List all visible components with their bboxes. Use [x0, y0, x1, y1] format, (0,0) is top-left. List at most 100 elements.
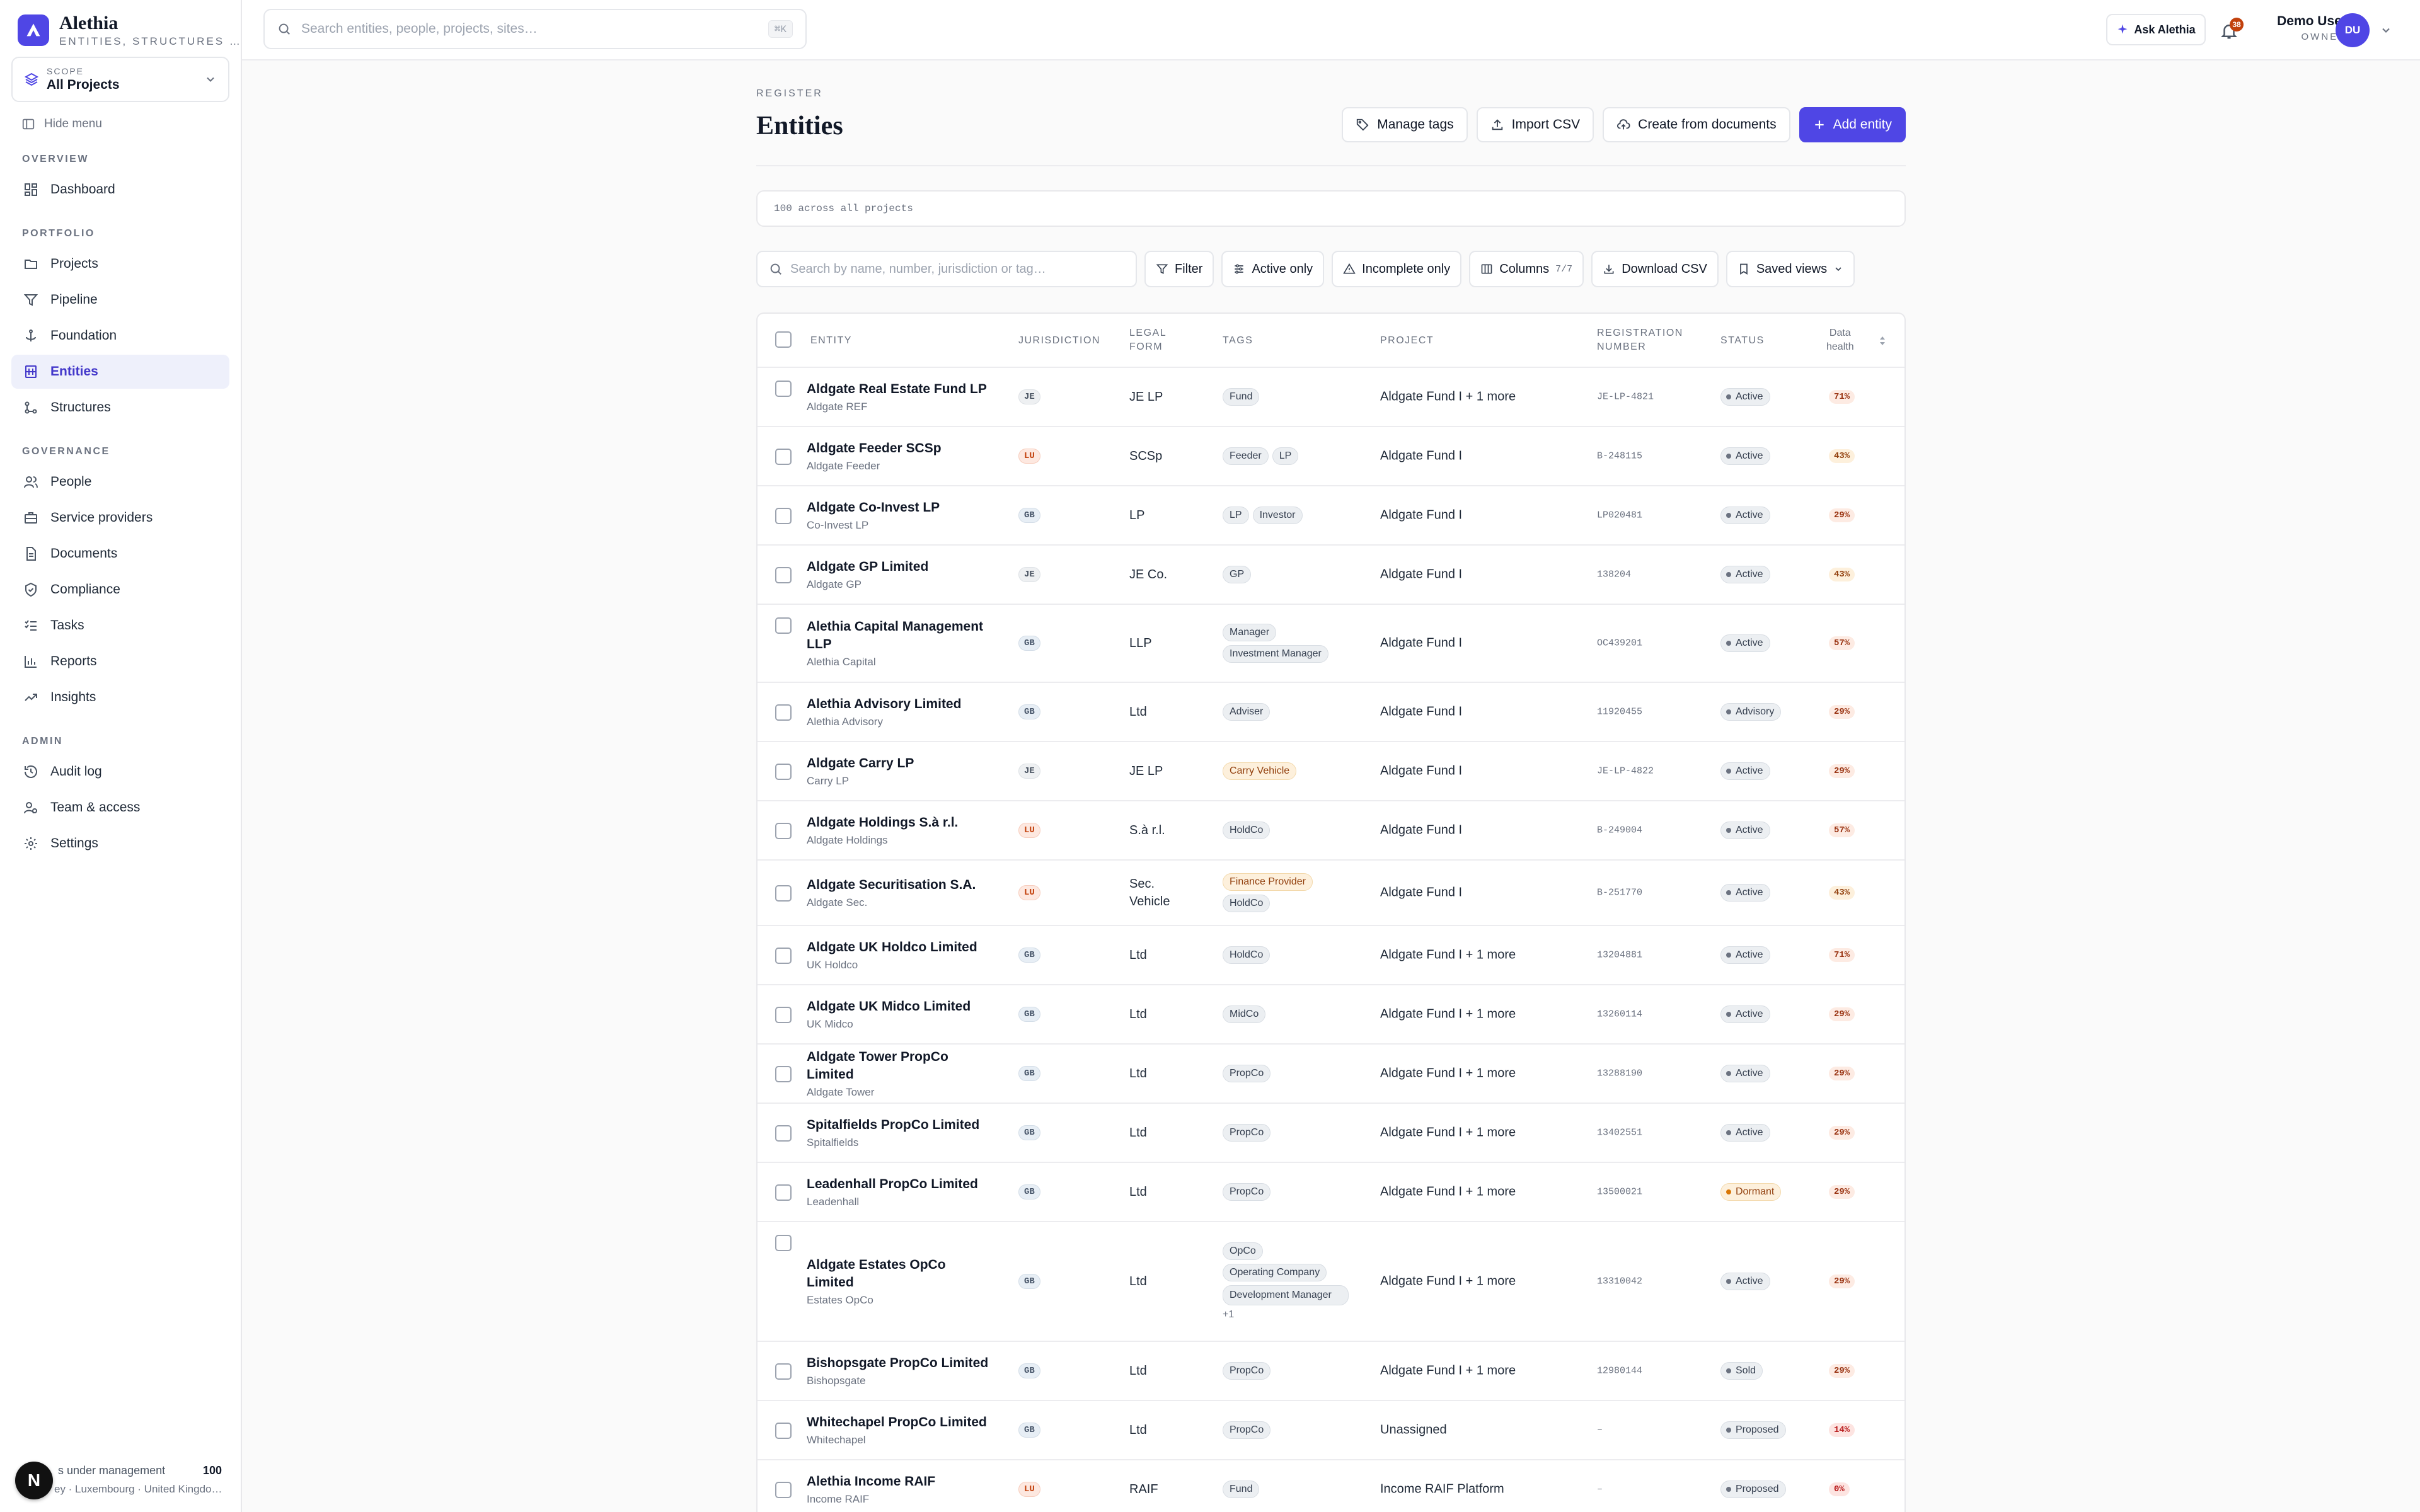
row-checkbox[interactable]	[775, 1007, 792, 1023]
row-checkbox[interactable]	[775, 1482, 792, 1498]
row-checkbox[interactable]	[775, 1235, 792, 1251]
sidebar-item-tasks[interactable]: Tasks	[11, 609, 229, 643]
entity-cell[interactable]: Aldgate UK Holdco Limited UK Holdco	[807, 939, 996, 971]
entity-cell[interactable]: Aldgate Real Estate Fund LP Aldgate REF	[807, 381, 996, 413]
project-cell[interactable]: Aldgate Fund I	[1380, 886, 1462, 900]
user-menu[interactable]: Demo User OWNER	[2257, 14, 2347, 42]
tag-chip[interactable]: OpCo	[1223, 1242, 1263, 1260]
entity-cell[interactable]: Alethia Advisory Limited Alethia Advisory	[807, 696, 996, 728]
tag-chip[interactable]: Carry Vehicle	[1223, 762, 1297, 780]
entity-cell[interactable]: Bishopsgate PropCo Limited Bishopsgate	[807, 1354, 996, 1387]
sidebar-item-documents[interactable]: Documents	[11, 537, 229, 571]
row-checkbox[interactable]	[775, 1184, 792, 1201]
sidebar-item-service-providers[interactable]: Service providers	[11, 501, 229, 535]
active-only-toggle[interactable]: Active only	[1221, 251, 1325, 287]
entity-name[interactable]: Aldgate Feeder SCSp	[807, 440, 996, 457]
select-all-checkbox[interactable]	[775, 331, 792, 348]
tag-chip[interactable]: PropCo	[1223, 1362, 1271, 1380]
chevron-down-icon[interactable]	[2380, 24, 2392, 37]
tag-chip[interactable]: LP	[1223, 507, 1249, 524]
import-csv-button[interactable]: Import CSV	[1476, 107, 1594, 142]
sidebar-item-team-access[interactable]: Team & access	[11, 791, 229, 825]
tag-chip[interactable]: Adviser	[1223, 703, 1270, 721]
entity-name[interactable]: Bishopsgate PropCo Limited	[807, 1354, 996, 1372]
entity-cell[interactable]: Aldgate UK Midco Limited UK Midco	[807, 998, 996, 1031]
tag-chip[interactable]: MidCo	[1223, 1005, 1266, 1023]
table-search-input[interactable]: Search by name, number, jurisdiction or …	[756, 251, 1137, 287]
row-checkbox[interactable]	[775, 449, 792, 465]
row-checkbox[interactable]	[775, 1125, 792, 1142]
project-cell[interactable]: Aldgate Fund I	[1380, 449, 1462, 464]
tag-chip[interactable]: PropCo	[1223, 1124, 1271, 1142]
tag-chip[interactable]: PropCo	[1223, 1421, 1271, 1439]
row-checkbox[interactable]	[775, 823, 792, 839]
table-row[interactable]: Aldgate UK Holdco Limited UK Holdco GB Ltd H…	[758, 926, 1904, 985]
table-row[interactable]: Aldgate Tower PropCo Limited Aldgate Towe…	[758, 1045, 1904, 1104]
entity-cell[interactable]: Leadenhall PropCo Limited Leadenhall	[807, 1176, 996, 1208]
entity-name[interactable]: Aldgate Real Estate Fund LP	[807, 381, 996, 398]
entity-cell[interactable]: Alethia Income RAIF Income RAIF	[807, 1473, 996, 1506]
entity-cell[interactable]: Aldgate Holdings S.à r.l. Aldgate Holding…	[807, 814, 996, 847]
project-cell[interactable]: Aldgate Fund I + 1 more	[1380, 1274, 1516, 1289]
entity-name[interactable]: Aldgate GP Limited	[807, 558, 996, 576]
tag-chip[interactable]: Development Manager	[1223, 1285, 1349, 1305]
entity-name[interactable]: Aldgate Co-Invest LP	[807, 499, 996, 517]
row-checkbox[interactable]	[775, 948, 792, 964]
column-header-legal-form[interactable]: LEGAL FORM	[1129, 326, 1167, 354]
project-cell[interactable]: Aldgate Fund I	[1380, 568, 1462, 582]
saved-views-button[interactable]: Saved views	[1726, 251, 1855, 287]
scope-selector[interactable]: SCOPE All Projects	[11, 57, 229, 102]
tag-chip[interactable]: HoldCo	[1223, 895, 1270, 912]
tag-chip[interactable]: Fund	[1223, 388, 1260, 406]
project-cell[interactable]: Aldgate Fund I + 1 more	[1380, 1126, 1516, 1140]
project-cell[interactable]: Aldgate Fund I	[1380, 764, 1462, 779]
table-row[interactable]: Aldgate Estates OpCo Limited Estates OpCo…	[758, 1222, 1904, 1342]
filter-button[interactable]: Filter	[1144, 251, 1214, 287]
entity-cell[interactable]: Aldgate Tower PropCo Limited Aldgate Towe…	[807, 1048, 996, 1099]
column-header-status[interactable]: STATUS	[1720, 334, 1765, 348]
more-tags[interactable]: +1	[1223, 1309, 1234, 1320]
row-checkbox[interactable]	[775, 617, 792, 634]
entity-cell[interactable]: Aldgate Carry LP Carry LP	[807, 755, 996, 788]
table-row[interactable]: Aldgate GP Limited Aldgate GP JE JE Co. GP Al…	[758, 546, 1904, 605]
project-cell[interactable]: Aldgate Fund I + 1 more	[1380, 1185, 1516, 1200]
entity-name[interactable]: Whitechapel PropCo Limited	[807, 1414, 996, 1431]
row-checkbox[interactable]	[775, 885, 792, 902]
sidebar-item-dashboard[interactable]: Dashboard	[11, 173, 229, 207]
row-checkbox[interactable]	[775, 508, 792, 524]
create-from-documents-button[interactable]: Create from documents	[1603, 107, 1790, 142]
entity-name[interactable]: Aldgate Securitisation S.A.	[807, 876, 996, 894]
sidebar-item-entities[interactable]: Entities	[11, 355, 229, 389]
tag-chip[interactable]: HoldCo	[1223, 822, 1270, 839]
incomplete-only-toggle[interactable]: Incomplete only	[1332, 251, 1462, 287]
tag-chip[interactable]: PropCo	[1223, 1065, 1271, 1082]
entity-cell[interactable]: Aldgate Co-Invest LP Co-Invest LP	[807, 499, 996, 532]
project-cell[interactable]: Aldgate Fund I	[1380, 636, 1462, 651]
entity-name[interactable]: Alethia Advisory Limited	[807, 696, 996, 713]
entity-name[interactable]: Aldgate UK Holdco Limited	[807, 939, 996, 956]
column-header-entity[interactable]: ENTITY	[810, 334, 852, 348]
notifications-button[interactable]: 38	[2220, 18, 2245, 43]
add-entity-button[interactable]: Add entity	[1799, 107, 1906, 142]
row-checkbox[interactable]	[775, 1066, 792, 1082]
project-cell[interactable]: Aldgate Fund I + 1 more	[1380, 1364, 1516, 1378]
table-row[interactable]: Aldgate Real Estate Fund LP Aldgate REF JE…	[758, 368, 1904, 427]
tag-chip[interactable]: Operating Company	[1223, 1264, 1327, 1281]
table-row[interactable]: Alethia Capital Management LLP Alethia Ca…	[758, 605, 1904, 683]
brand[interactable]: Alethia ENTITIES, STRUCTURES …	[18, 13, 242, 48]
entity-name[interactable]: Aldgate Estates OpCo Limited	[807, 1256, 996, 1292]
tag-chip[interactable]: Fund	[1223, 1480, 1260, 1498]
row-checkbox[interactable]	[775, 764, 792, 780]
project-cell[interactable]: Unassigned	[1380, 1423, 1447, 1438]
entity-name[interactable]: Aldgate UK Midco Limited	[807, 998, 996, 1016]
project-cell[interactable]: Aldgate Fund I	[1380, 508, 1462, 523]
entity-name[interactable]: Aldgate Holdings S.à r.l.	[807, 814, 996, 832]
table-row[interactable]: Aldgate Feeder SCSp Aldgate Feeder LU SCSp F…	[758, 427, 1904, 486]
column-header-data-health[interactable]: Data health	[1826, 326, 1854, 354]
project-cell[interactable]: Income RAIF Platform	[1380, 1482, 1504, 1497]
sidebar-item-foundation[interactable]: Foundation	[11, 319, 229, 353]
sidebar-item-settings[interactable]: Settings	[11, 827, 229, 861]
row-checkbox[interactable]	[775, 1363, 792, 1380]
table-row[interactable]: Spitalfields PropCo Limited Spitalfields G…	[758, 1104, 1904, 1163]
sort-icon[interactable]	[1878, 335, 1887, 346]
